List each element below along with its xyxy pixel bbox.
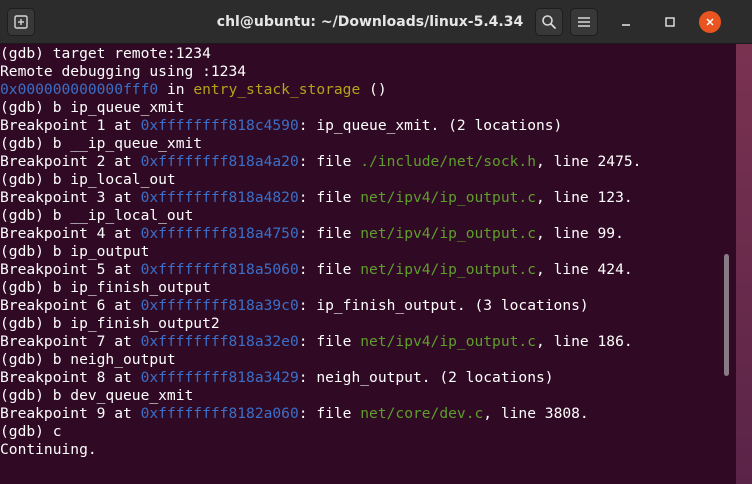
terminal-text: Continuing. (0, 441, 97, 458)
terminal-text: Breakpoint 6 at (0, 297, 141, 314)
terminal-window: chl@ubuntu: ~/Downloads/linux-5.4.34 (gd… (0, 0, 752, 484)
terminal-line: (gdb) c (0, 423, 641, 441)
terminal-text: Breakpoint 5 at (0, 261, 141, 278)
terminal-line: (gdb) b ip_output (0, 243, 641, 261)
terminal-text: (gdb) b dev_queue_xmit (0, 387, 194, 404)
new-tab-icon (14, 15, 28, 29)
maximize-button[interactable] (659, 11, 681, 33)
terminal-line: Breakpoint 8 at 0xffffffff818a3429: neig… (0, 369, 641, 387)
terminal-text: : file (298, 333, 361, 350)
search-icon (542, 15, 556, 29)
source-file-path: net/ipv4/ip_output.c (360, 333, 536, 350)
terminal-line: Breakpoint 1 at 0xffffffff818c4590: ip_q… (0, 117, 641, 135)
close-button[interactable] (699, 11, 721, 33)
terminal-text: : file (298, 405, 361, 422)
terminal-line: (gdb) b ip_queue_xmit (0, 99, 641, 117)
memory-address: 0x000000000000fff0 (0, 81, 159, 98)
hamburger-menu-icon (578, 17, 590, 27)
memory-address: 0xffffffff818a32e0 (140, 333, 299, 350)
memory-address: 0xffffffff818a4a20 (140, 153, 299, 170)
minimize-icon (622, 24, 630, 26)
search-button[interactable] (535, 8, 563, 36)
terminal-text: Breakpoint 1 at (0, 117, 141, 134)
memory-address: 0xffffffff818a4820 (140, 189, 299, 206)
terminal-text: () (360, 81, 387, 98)
terminal-text: (gdb) b ip_queue_xmit (0, 99, 185, 116)
memory-address: 0xffffffff818a39c0 (140, 297, 299, 314)
scrollbar-thumb[interactable] (724, 254, 729, 376)
terminal-text: , line 123. (536, 189, 633, 206)
source-file-path: ./include/net/sock.h (360, 153, 536, 170)
terminal-line: Breakpoint 9 at 0xffffffff8182a060: file… (0, 405, 641, 423)
terminal-text: (gdb) b ip_local_out (0, 171, 176, 188)
terminal-text: Breakpoint 7 at (0, 333, 141, 350)
memory-address: 0xffffffff818a5060 (140, 261, 299, 278)
terminal-line: Breakpoint 6 at 0xffffffff818a39c0: ip_f… (0, 297, 641, 315)
terminal-line: (gdb) b ip_finish_output2 (0, 315, 641, 333)
terminal-text: : file (298, 189, 361, 206)
terminal-text: Breakpoint 4 at (0, 225, 141, 242)
terminal-text: : ip_queue_xmit. (2 locations) (298, 117, 563, 134)
terminal-line: (gdb) b dev_queue_xmit (0, 387, 641, 405)
terminal-text: (gdb) target remote:1234 (0, 45, 211, 62)
terminal-lines: (gdb) target remote:1234 Remote debugging… (0, 45, 641, 459)
terminal-text: (gdb) b ip_finish_output (0, 279, 211, 296)
terminal-text: , line 2475. (536, 153, 642, 170)
terminal-line: Breakpoint 3 at 0xffffffff818a4820: file… (0, 189, 641, 207)
terminal-text: Breakpoint 3 at (0, 189, 141, 206)
terminal-line: (gdb) b __ip_local_out (0, 207, 641, 225)
title-bar: chl@ubuntu: ~/Downloads/linux-5.4.34 (0, 0, 752, 44)
terminal-text: : file (298, 225, 361, 242)
source-file-path: net/core/dev.c (360, 405, 484, 422)
terminal-line: (gdb) target remote:1234 (0, 45, 641, 63)
memory-address: 0xffffffff8182a060 (140, 405, 299, 422)
terminal-line: Breakpoint 2 at 0xffffffff818a4a20: file… (0, 153, 641, 171)
maximize-icon (665, 17, 675, 27)
terminal-output[interactable]: (gdb) target remote:1234 Remote debugging… (0, 44, 736, 484)
menu-button[interactable] (570, 8, 598, 36)
terminal-text: , line 424. (536, 261, 633, 278)
terminal-text: (gdb) b ip_output (0, 243, 150, 260)
terminal-line: (gdb) b ip_local_out (0, 171, 641, 189)
terminal-text: Breakpoint 9 at (0, 405, 141, 422)
terminal-text: (gdb) b __ip_queue_xmit (0, 135, 203, 152)
new-tab-button[interactable] (7, 8, 35, 36)
terminal-text: , line 99. (536, 225, 624, 242)
memory-address: 0xffffffff818a3429 (140, 369, 299, 386)
terminal-text: (gdb) b ip_finish_output2 (0, 315, 220, 332)
terminal-line: Breakpoint 5 at 0xffffffff818a5060: file… (0, 261, 641, 279)
terminal-text: , line 186. (536, 333, 633, 350)
terminal-text: : ip_finish_output. (3 locations) (298, 297, 589, 314)
terminal-text: , line 3808. (483, 405, 589, 422)
terminal-text: (gdb) b neigh_output (0, 351, 176, 368)
terminal-text: Breakpoint 8 at (0, 369, 141, 386)
close-icon (706, 18, 714, 26)
terminal-text: : neigh_output. (2 locations) (298, 369, 554, 386)
terminal-text: : file (298, 153, 361, 170)
terminal-text: Remote debugging using :1234 (0, 63, 247, 80)
terminal-text: (gdb) c (0, 423, 62, 440)
terminal-line: (gdb) b __ip_queue_xmit (0, 135, 641, 153)
terminal-text: Breakpoint 2 at (0, 153, 141, 170)
terminal-line: Breakpoint 4 at 0xffffffff818a4750: file… (0, 225, 641, 243)
source-file-path: net/ipv4/ip_output.c (360, 225, 536, 242)
terminal-text: (gdb) b __ip_local_out (0, 207, 194, 224)
terminal-text: : file (298, 261, 361, 278)
source-file-path: net/ipv4/ip_output.c (360, 189, 536, 206)
terminal-line: Remote debugging using :1234 (0, 63, 641, 81)
desktop-background (736, 44, 752, 484)
terminal-line: Breakpoint 7 at 0xffffffff818a32e0: file… (0, 333, 641, 351)
terminal-line: 0x000000000000fff0 in entry_stack_storag… (0, 81, 641, 99)
source-file-path: net/ipv4/ip_output.c (360, 261, 536, 278)
terminal-line: Continuing. (0, 441, 641, 459)
terminal-text: in (158, 81, 194, 98)
memory-address: 0xffffffff818c4590 (140, 117, 299, 134)
window-title: chl@ubuntu: ~/Downloads/linux-5.4.34 (216, 14, 524, 30)
function-name: entry_stack_storage (193, 81, 361, 98)
minimize-button[interactable] (615, 11, 637, 33)
memory-address: 0xffffffff818a4750 (140, 225, 299, 242)
terminal-line: (gdb) b neigh_output (0, 351, 641, 369)
terminal-line: (gdb) b ip_finish_output (0, 279, 641, 297)
